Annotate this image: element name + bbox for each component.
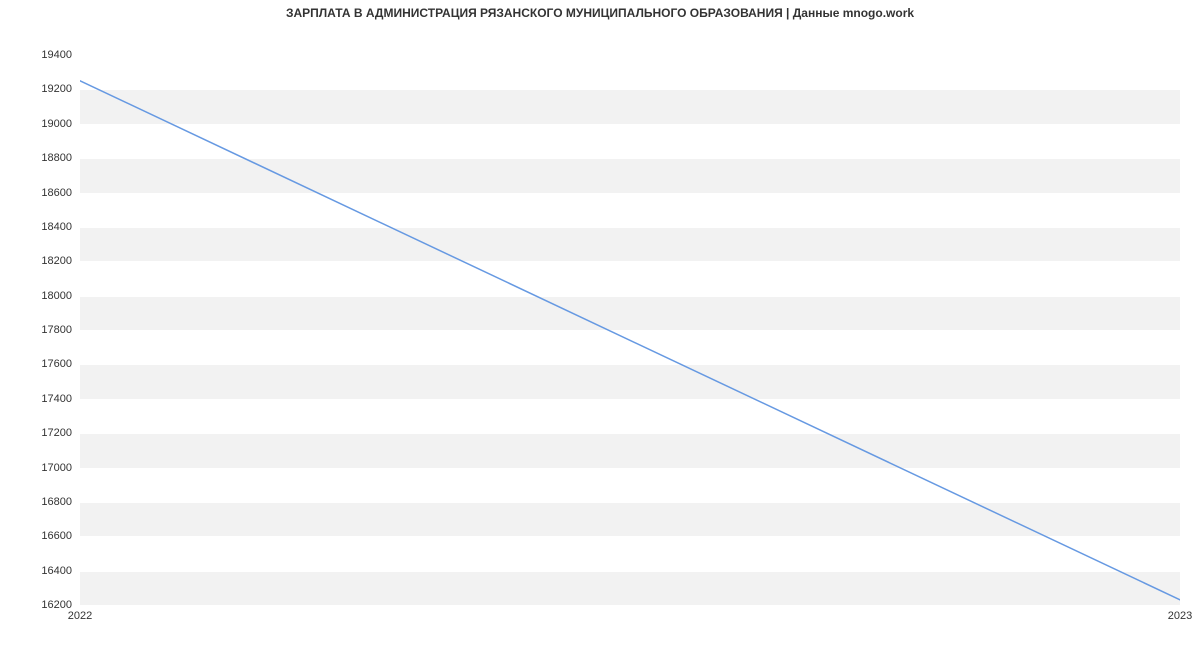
y-tick-label: 17600 — [22, 358, 72, 370]
chart-title: ЗАРПЛАТА В АДМИНИСТРАЦИЯ РЯЗАНСКОГО МУНИ… — [0, 6, 1200, 20]
x-tick-label: 2022 — [68, 610, 92, 622]
y-tick-label: 16400 — [22, 565, 72, 577]
y-tick-label: 19200 — [22, 83, 72, 95]
y-tick-label: 17800 — [22, 324, 72, 336]
y-tick-label: 16200 — [22, 599, 72, 611]
line-series — [80, 55, 1180, 605]
y-tick-label: 16600 — [22, 530, 72, 542]
y-tick-label: 17200 — [22, 427, 72, 439]
x-tick-label: 2023 — [1168, 610, 1192, 622]
y-tick-label: 18400 — [22, 221, 72, 233]
y-tick-label: 16800 — [22, 496, 72, 508]
y-tick-label: 18000 — [22, 290, 72, 302]
y-tick-label: 17000 — [22, 462, 72, 474]
chart-container: ЗАРПЛАТА В АДМИНИСТРАЦИЯ РЯЗАНСКОГО МУНИ… — [0, 0, 1200, 650]
y-tick-label: 18200 — [22, 255, 72, 267]
plot-area — [80, 55, 1180, 605]
y-tick-label: 18800 — [22, 152, 72, 164]
y-tick-label: 19000 — [22, 118, 72, 130]
y-tick-label: 18600 — [22, 187, 72, 199]
y-tick-label: 17400 — [22, 393, 72, 405]
y-tick-label: 19400 — [22, 49, 72, 61]
